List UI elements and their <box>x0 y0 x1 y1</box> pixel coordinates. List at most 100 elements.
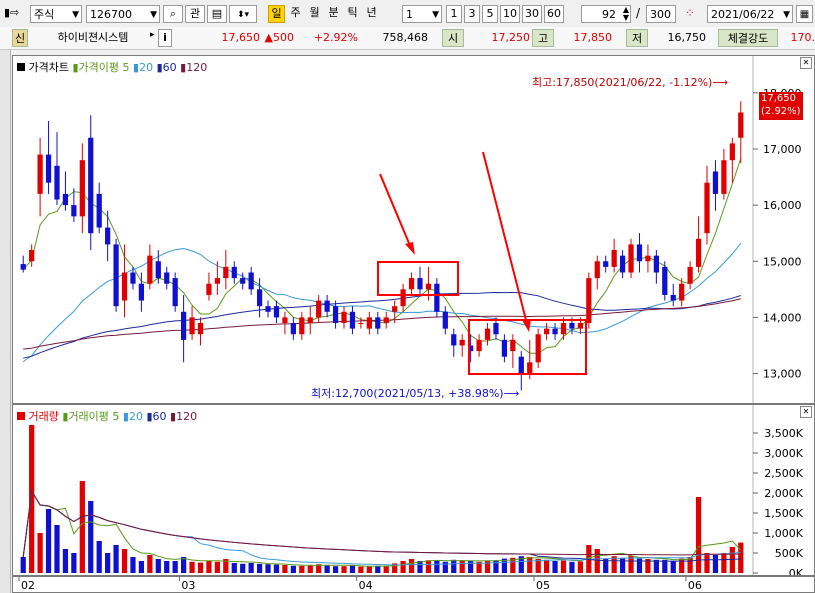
date-select[interactable]: 2021/06/22 ▼ <box>707 5 793 23</box>
volume-chart-svg[interactable]: 3,500K 3,000K 2,500K 2,000K 1,500K 1,000K 500K… <box>13 405 814 575</box>
price-ma60-line <box>23 291 741 359</box>
calendar-icon: ▦ <box>799 9 810 20</box>
volume-y-tick-label: 3,000K <box>764 447 803 460</box>
volume-bar <box>273 564 280 573</box>
candle-body <box>54 165 60 200</box>
volume-bar <box>248 563 254 573</box>
candle-body <box>510 339 516 352</box>
total-value: 300 <box>650 8 671 21</box>
volume-chart-panel[interactable]: 3,500K 3,000K 2,500K 2,000K 1,500K 1,000K 500K… <box>12 404 815 576</box>
legend-ma-60-value: 60 <box>162 61 177 74</box>
legend-vol-ma-5: 5 <box>112 410 120 423</box>
candle-body <box>501 339 508 357</box>
candle-body <box>248 272 254 290</box>
volume-bar <box>299 565 305 573</box>
candle-body <box>316 300 322 318</box>
period-button-0[interactable]: 일 <box>268 5 285 23</box>
volume-bar <box>240 563 246 573</box>
candle-body <box>670 294 676 301</box>
stock-code-value: 126700 <box>90 8 132 21</box>
legend-vol-ma-120: ▮120 <box>170 410 198 423</box>
volume-y-tick-label: 2,000K <box>764 487 803 500</box>
legend-vol-ma-20: ▮20 <box>122 410 143 423</box>
grid-dots-icon: ⁘ <box>684 6 696 20</box>
high-label: 고 <box>532 29 554 47</box>
candle-body <box>62 193 69 206</box>
market-type-select[interactable]: 주식 ▼ <box>30 5 82 23</box>
quick-interval-button-60[interactable]: 60 <box>544 5 564 23</box>
volume-bar <box>653 559 659 573</box>
candle-body <box>417 278 423 290</box>
candle-body <box>712 171 719 194</box>
volume-bar <box>105 553 111 573</box>
grid-settings-button[interactable]: ⁘ <box>680 5 700 23</box>
price-chart-svg[interactable]: 18,00017,00016,00015,00014,00013,000 <box>13 56 814 403</box>
candle-body <box>392 306 398 312</box>
legend-vol-ma-60: ▮60 <box>146 410 167 423</box>
quick-interval-button-30[interactable]: 30 <box>522 5 542 23</box>
price-legend: 가격차트 ▮가격이평 5 ▮20 ▮60 ▮120 <box>17 59 207 75</box>
volume-ma20-line <box>22 489 741 566</box>
quick-interval-button-10[interactable]: 10 <box>500 5 520 23</box>
volume-bar <box>543 559 550 573</box>
candle-body <box>679 283 685 301</box>
volume-bar <box>307 565 313 573</box>
period-button-3[interactable]: 분 <box>325 5 342 23</box>
candle-body <box>687 266 693 284</box>
volume-bar <box>619 557 626 573</box>
period-button-4[interactable]: 틱 <box>344 5 361 23</box>
candle-body <box>408 278 415 290</box>
spin-button[interactable]: ⬍▾ <box>229 5 257 23</box>
annotation-arrow-2 <box>482 151 528 325</box>
period-button-5[interactable]: 년 <box>363 5 380 23</box>
volume-bar <box>164 561 170 573</box>
info-button[interactable]: i <box>158 29 172 47</box>
stock-code-input[interactable]: 126700 ▼ <box>86 5 160 23</box>
legend-ma-120: ▮120 <box>180 61 208 74</box>
watchlist-button[interactable]: ▤ <box>207 5 227 23</box>
date-value: 2021/06/22 <box>711 8 775 21</box>
panel-close-button[interactable]: ✕ <box>800 406 812 418</box>
search-button[interactable]: ⌕ <box>163 5 183 23</box>
volume-bar <box>383 566 389 573</box>
volume-bar <box>265 564 271 573</box>
candle-body <box>189 317 195 335</box>
price-y-tick-label: 17,000 <box>763 143 802 156</box>
volume-bar <box>349 565 356 573</box>
candle-body <box>29 250 35 262</box>
candle-body <box>96 193 102 228</box>
count-input[interactable]: 92 ▲ ▼ <box>581 5 631 23</box>
low-price: 16,750 <box>667 31 707 44</box>
legend-ma: ▮가격이평 5 <box>72 61 130 74</box>
strength-label: 체결강도 <box>718 29 778 47</box>
panel-toggle-icon[interactable]: ▮⇨ <box>4 5 26 21</box>
candle-body <box>299 317 305 335</box>
calendar-button[interactable]: ▦ <box>796 5 813 23</box>
panel-close-button[interactable]: ✕ <box>800 57 812 69</box>
stepper-icon: ▲ ▼ <box>622 5 629 22</box>
price-chart-panel[interactable]: 18,00017,00016,00015,00014,00013,000 가격차… <box>12 55 815 404</box>
volume-y-tick-label: 1,500K <box>764 507 803 520</box>
current-price-tag-pct: (2.92%) <box>761 106 801 117</box>
related-button[interactable]: 관 <box>185 5 205 23</box>
candle-body <box>594 261 600 279</box>
volume-bar <box>366 566 372 573</box>
period-button-1[interactable]: 주 <box>287 5 304 23</box>
quick-interval-button-3[interactable]: 3 <box>464 5 480 23</box>
price-y-tick-label: 16,000 <box>763 199 802 212</box>
quick-interval-button-5[interactable]: 5 <box>482 5 498 23</box>
period-button-2[interactable]: 월 <box>306 5 323 23</box>
volume-bar <box>197 562 204 573</box>
candle-body <box>180 311 187 340</box>
count-value: 92 <box>602 8 616 21</box>
volume-bar <box>341 566 347 573</box>
interval-select[interactable]: 1 ▼ <box>402 5 442 23</box>
candle-body <box>425 283 432 290</box>
chevron-right-icon[interactable]: ▸ <box>150 30 155 40</box>
candle-body <box>577 323 584 329</box>
quick-interval-button-1[interactable]: 1 <box>446 5 462 23</box>
candle-body <box>400 289 406 307</box>
total-input[interactable]: 300 <box>646 5 676 23</box>
volume-y-tick-label: 0K <box>789 567 804 575</box>
candle-body <box>172 278 178 307</box>
